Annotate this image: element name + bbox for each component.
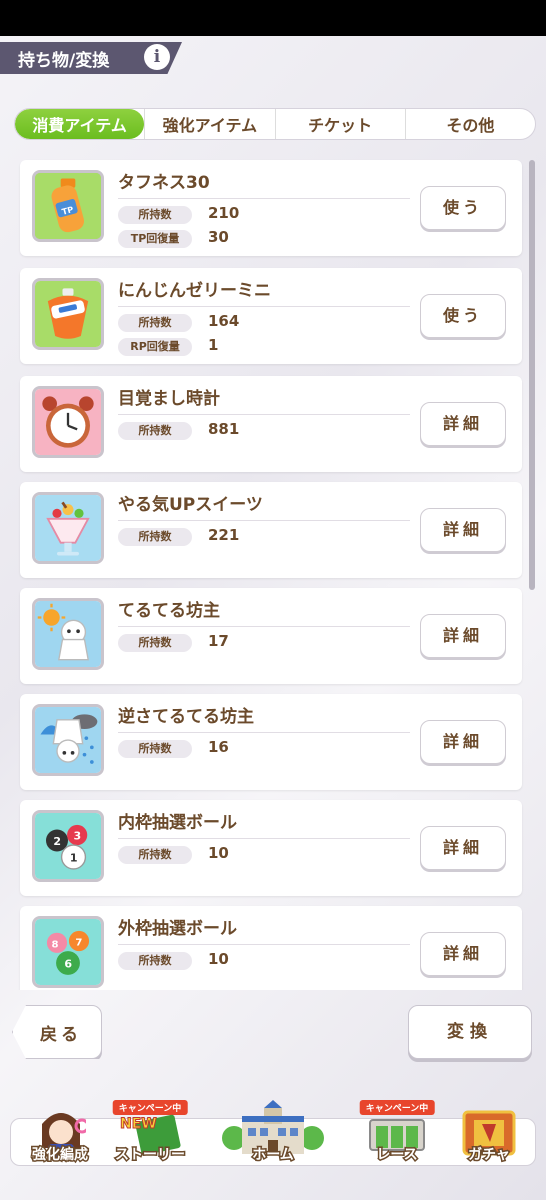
stat-label: 所持数 <box>118 314 192 332</box>
carrot-jelly-icon <box>32 278 104 350</box>
divider <box>118 520 410 521</box>
tab-other[interactable]: その他 <box>404 109 535 139</box>
category-tabs: 消費アイテム 強化アイテム チケット その他 <box>14 108 536 140</box>
list-item: にんじんゼリーミニ 所持数 164 RP回復量 1 使う <box>20 268 522 364</box>
details-button[interactable]: 詳細 <box>420 508 506 552</box>
svg-text:6: 6 <box>64 958 72 971</box>
tab-enhancement[interactable]: 強化アイテム <box>144 109 274 139</box>
details-button[interactable]: 詳細 <box>420 826 506 870</box>
stat-value: 1 <box>208 336 219 354</box>
tab-consumables[interactable]: 消費アイテム <box>15 109 145 139</box>
nav-item-gacha[interactable]: ガチャ <box>444 1090 534 1180</box>
back-button-label[interactable]: 戻る <box>40 1020 82 1045</box>
use-button[interactable]: 使う <box>420 186 506 230</box>
stat-value: 10 <box>208 844 229 862</box>
nav-label: ストーリー <box>114 1146 187 1165</box>
nav-item-home[interactable]: ホーム <box>196 1090 350 1180</box>
scrollbar[interactable] <box>529 160 535 590</box>
stat-label: TP回復量 <box>118 230 192 248</box>
new-label: NEW <box>120 1116 157 1132</box>
tp-bottle-icon: TP <box>32 170 104 242</box>
nav-item-enhance[interactable]: 強化編成 <box>14 1090 106 1180</box>
nav-label: ガチャ <box>467 1146 512 1165</box>
item-name: にんじんゼリーミニ <box>118 281 271 301</box>
info-icon[interactable]: i <box>144 44 170 70</box>
list-item: 逆さてるてる坊主 所持数 16 詳細 <box>20 694 522 790</box>
divider <box>118 944 410 945</box>
stat-label: 所持数 <box>118 846 192 864</box>
stat-value: 210 <box>208 204 240 222</box>
item-name: てるてる坊主 <box>118 601 220 621</box>
divider <box>118 626 410 627</box>
bottom-nav: 強化編成 キャンペーン中 NEW ストーリー ホーム キャンペーン中 レース ガ… <box>0 1090 546 1200</box>
list-item: 目覚まし時計 所持数 881 詳細 <box>20 376 522 472</box>
list-item: てるてる坊主 所持数 17 詳細 <box>20 588 522 684</box>
use-button[interactable]: 使う <box>420 294 506 338</box>
item-name: やる気UPスイーツ <box>118 495 263 515</box>
stat-label: 所持数 <box>118 634 192 652</box>
details-button[interactable]: 詳細 <box>420 402 506 446</box>
divider <box>118 198 410 199</box>
details-button[interactable]: 詳細 <box>420 614 506 658</box>
list-item: 8 7 6 外枠抽選ボール 所持数 10 詳細 <box>20 906 522 990</box>
item-name: 内枠抽選ボール <box>118 813 237 833</box>
divider <box>118 306 410 307</box>
nav-item-story[interactable]: キャンペーン中 NEW ストーリー <box>106 1090 194 1180</box>
outer-lottery-ball-icon: 8 7 6 <box>32 916 104 988</box>
stat-label: 所持数 <box>118 422 192 440</box>
nav-label: レース <box>375 1146 419 1165</box>
convert-button[interactable]: 変換 <box>408 1005 532 1059</box>
item-name: 外枠抽選ボール <box>118 919 237 939</box>
item-name: 目覚まし時計 <box>118 389 220 409</box>
divider <box>118 732 410 733</box>
status-bar <box>0 0 546 36</box>
divider <box>118 838 410 839</box>
stat-value: 10 <box>208 950 229 968</box>
list-item: やる気UPスイーツ 所持数 221 詳細 <box>20 482 522 578</box>
stat-value: 17 <box>208 632 229 650</box>
teru-teru-bozu-rain-icon <box>32 704 104 776</box>
svg-text:8: 8 <box>52 939 59 950</box>
stat-value: 881 <box>208 420 240 438</box>
item-list[interactable]: TP タフネス30 所持数 210 TP回復量 30 使う にんじんゼリーミニ <box>8 150 538 990</box>
teru-teru-bozu-sun-icon <box>32 598 104 670</box>
alarm-clock-icon <box>32 386 104 458</box>
details-button[interactable]: 詳細 <box>420 720 506 764</box>
svg-text:7: 7 <box>75 938 82 949</box>
nav-label: ホーム <box>251 1146 296 1165</box>
nav-item-race[interactable]: キャンペーン中 レース <box>352 1090 442 1180</box>
stat-value: 30 <box>208 228 229 246</box>
parfait-icon <box>32 492 104 564</box>
stat-label: 所持数 <box>118 740 192 758</box>
list-item: TP タフネス30 所持数 210 TP回復量 30 使う <box>20 160 522 256</box>
item-name: 逆さてるてる坊主 <box>118 707 254 727</box>
stat-label: RP回復量 <box>118 338 192 356</box>
details-button[interactable]: 詳細 <box>420 932 506 976</box>
svg-text:3: 3 <box>74 830 82 843</box>
stat-label: 所持数 <box>118 528 192 546</box>
page-title: 持ち物/変換 <box>18 51 110 71</box>
tab-tickets[interactable]: チケット <box>274 109 405 139</box>
svg-text:1: 1 <box>70 852 78 865</box>
stat-value: 164 <box>208 312 240 330</box>
inner-lottery-ball-icon: 2 3 1 <box>32 810 104 882</box>
campaign-badge: キャンペーン中 <box>359 1100 435 1115</box>
item-name: タフネス30 <box>118 173 210 193</box>
svg-text:2: 2 <box>53 835 61 848</box>
stat-value: 221 <box>208 526 240 544</box>
list-item: 2 3 1 内枠抽選ボール 所持数 10 詳細 <box>20 800 522 896</box>
stat-label: 所持数 <box>118 952 192 970</box>
stat-label: 所持数 <box>118 206 192 224</box>
nav-label: 強化編成 <box>31 1146 90 1165</box>
stat-value: 16 <box>208 738 229 756</box>
divider <box>118 414 410 415</box>
